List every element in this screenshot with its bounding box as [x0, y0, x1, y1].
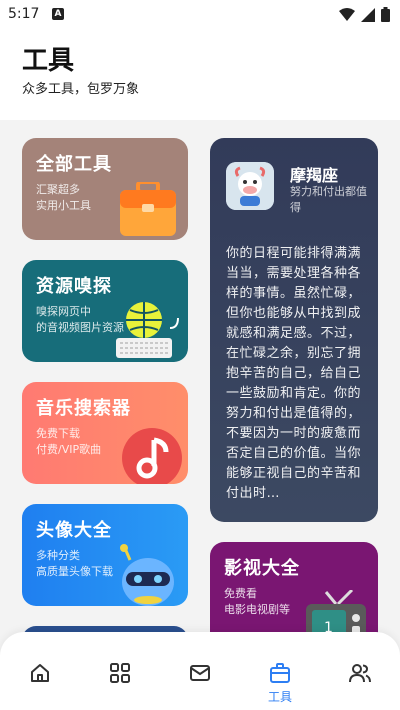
- bottom-tab-bar: 工具: [0, 632, 400, 710]
- status-icons: [339, 7, 390, 22]
- toolbox-icon: [120, 182, 176, 236]
- tab-messages[interactable]: [160, 632, 240, 710]
- card-resource-sniffer[interactable]: 资源嗅探 嗅探网页中 的音视频图片资源: [22, 260, 188, 362]
- notification-icon: A: [52, 8, 64, 20]
- card-all-tools[interactable]: 全部工具 汇聚超多 实用小工具: [22, 138, 188, 240]
- status-bar: 5:17 A: [0, 0, 400, 30]
- mail-icon: [190, 665, 210, 681]
- music-note-icon: [122, 428, 182, 484]
- card-title: 头像大全: [36, 520, 112, 541]
- grid-icon: [110, 663, 130, 683]
- capricorn-avatar-icon: [226, 162, 274, 210]
- tab-tools[interactable]: 工具: [240, 632, 320, 710]
- battery-icon: [381, 7, 390, 22]
- horoscope-text: 你的日程可能排得满满当当，需要处理各种各样的事情。虽然忙碌，但你也能够从中找到成…: [226, 246, 362, 501]
- card-title: 音乐搜索器: [36, 398, 131, 419]
- status-time: 5:17: [8, 6, 40, 22]
- horoscope-card[interactable]: 摩羯座 努力和付出都值得 你的日程可能排得满满当当，需要处理各种各样的事情。虽然…: [210, 138, 378, 522]
- tab-profile[interactable]: [320, 632, 400, 710]
- page-title: 工具: [22, 46, 75, 76]
- horoscope-name: 摩羯座: [290, 166, 339, 185]
- tab-home[interactable]: [0, 632, 80, 710]
- toolbox-tab-icon: [270, 663, 290, 683]
- card-title: 全部工具: [36, 154, 112, 175]
- wifi-icon: [339, 7, 355, 21]
- tab-tools-label: 工具: [267, 690, 292, 704]
- page-header: 工具 众多工具，包罗万象: [0, 30, 400, 120]
- tools-content: 全部工具 汇聚超多 实用小工具 资源嗅探 嗅探网页中 的音视频图片资源 音乐搜索…: [0, 120, 400, 710]
- robot-icon: [120, 544, 174, 606]
- page-subtitle: 众多工具，包罗万象: [22, 82, 140, 97]
- signal-icon: [361, 7, 375, 22]
- tab-apps[interactable]: [80, 632, 160, 710]
- horoscope-subtitle: 努力和付出都值得: [290, 185, 367, 214]
- card-title: 资源嗅探: [36, 276, 112, 297]
- home-icon: [31, 664, 49, 682]
- card-music-search[interactable]: 音乐搜索器 免费下载 付费/VIP歌曲: [22, 382, 188, 484]
- card-title: 影视大全: [224, 558, 300, 579]
- card-avatars[interactable]: 头像大全 多种分类 高质量头像下载: [22, 504, 188, 606]
- users-icon: [349, 664, 371, 683]
- globe-keyboard-icon: [116, 302, 179, 358]
